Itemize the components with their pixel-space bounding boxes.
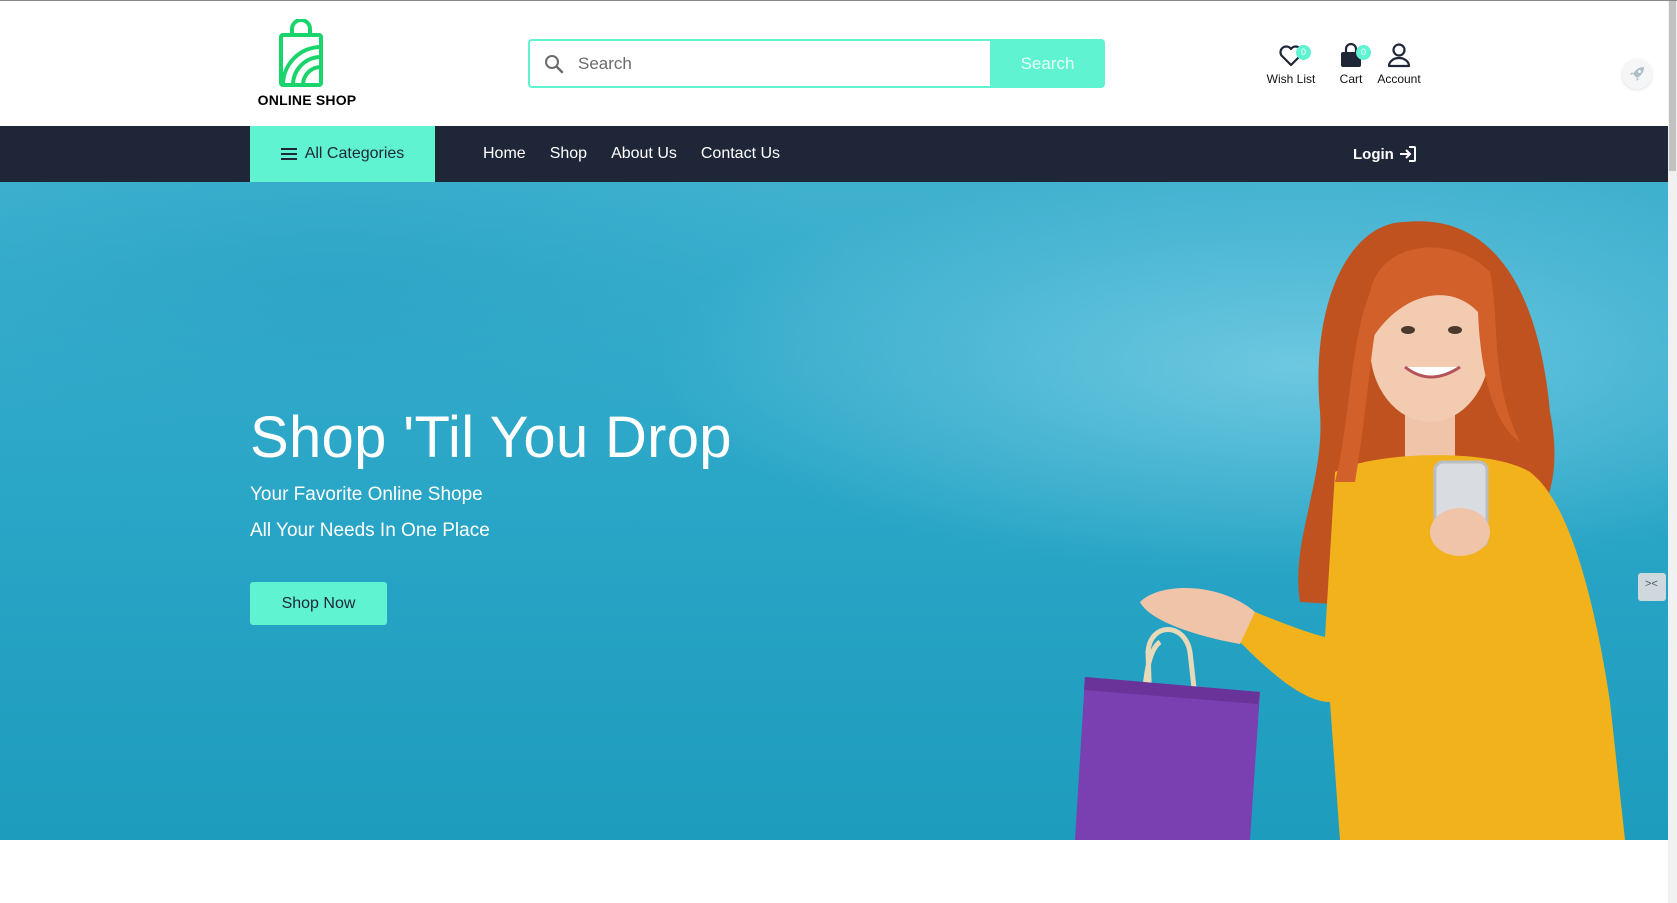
nav-link-shop[interactable]: Shop: [550, 145, 587, 163]
all-categories-button[interactable]: All Categories: [250, 126, 435, 182]
site-header: ONLINE SHOP Search 0 Wish List: [0, 1, 1668, 126]
scrollbar-thumb[interactable]: [1669, 1, 1676, 171]
search-button[interactable]: Search: [990, 39, 1105, 88]
all-categories-label: All Categories: [304, 145, 405, 162]
wishlist-link[interactable]: 0 Wish List: [1262, 41, 1320, 86]
hero-subtitle-1: Your Favorite Online Shope: [250, 484, 483, 505]
nav-link-contact-us[interactable]: Contact Us: [701, 145, 780, 163]
cart-label: Cart: [1339, 72, 1363, 86]
login-link[interactable]: Login: [1353, 126, 1417, 182]
nav-link-home[interactable]: Home: [483, 145, 526, 163]
extension-rocket-button[interactable]: [1622, 59, 1652, 89]
hero-woman-with-shopping-bag-image: [1075, 221, 1625, 840]
nav-link-about-us[interactable]: About Us: [611, 145, 677, 163]
nav-links: Home Shop About Us Contact Us: [483, 126, 804, 182]
hero-banner: Shop 'Til You Drop Your Favorite Online …: [0, 182, 1668, 840]
hero-title: Shop 'Til You Drop: [250, 405, 732, 470]
shopping-bag-logo-icon: [279, 19, 323, 87]
shop-now-button[interactable]: Shop Now: [250, 582, 387, 625]
hero-subtitle-2: All Your Needs In One Place: [250, 520, 490, 541]
cart-link[interactable]: 0 Cart: [1333, 41, 1371, 86]
main-navbar: All Categories Home Shop About Us Contac…: [0, 126, 1668, 182]
wishlist-label: Wish List: [1266, 72, 1316, 86]
rocket-icon: [1630, 67, 1644, 81]
search-input[interactable]: [576, 50, 960, 78]
logo-text: ONLINE SHOP: [257, 92, 357, 108]
search-icon: [545, 55, 564, 74]
sign-in-icon: [1399, 146, 1416, 162]
cart-count-badge: 0: [1356, 45, 1371, 60]
user-icon: [1387, 43, 1411, 68]
hamburger-menu-icon: [280, 148, 297, 160]
account-link[interactable]: Account: [1375, 41, 1423, 86]
feedback-icon: ><: [1645, 578, 1658, 590]
account-label: Account: [1377, 72, 1421, 86]
feedback-side-tab[interactable]: ><: [1638, 573, 1666, 601]
search-bar: Search: [528, 39, 1105, 88]
wishlist-count-badge: 0: [1296, 45, 1311, 60]
search-field[interactable]: [528, 39, 990, 88]
login-label: Login: [1353, 145, 1394, 163]
site-logo[interactable]: ONLINE SHOP: [254, 19, 360, 111]
